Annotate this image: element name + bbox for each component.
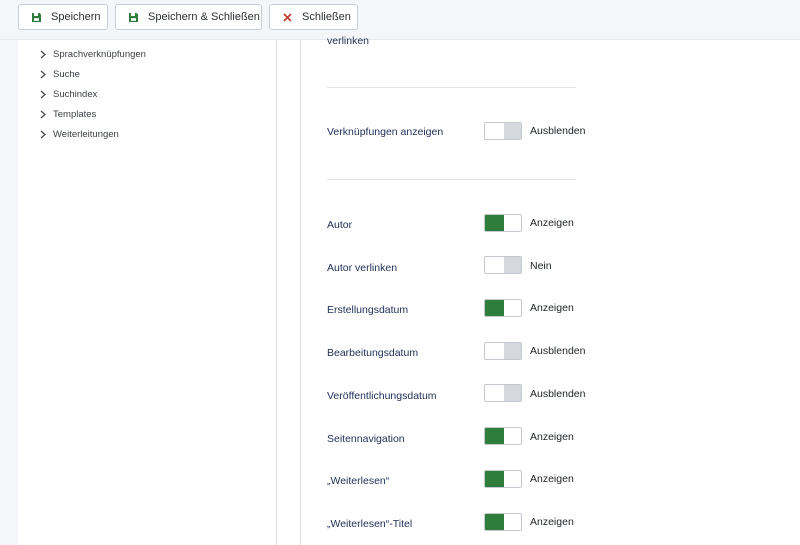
toggle-switch[interactable] bbox=[484, 214, 522, 232]
sidebar-item-label: Sprachverknüpfungen bbox=[53, 48, 146, 60]
toggle-switch[interactable] bbox=[484, 342, 522, 360]
toggle-switch[interactable] bbox=[484, 256, 522, 274]
field-label: verlinken bbox=[327, 35, 370, 47]
close-icon bbox=[280, 10, 294, 24]
sidebar-item-label: Templates bbox=[53, 108, 97, 120]
options-panel: verlinken Verknüpfungen anzeigen Ausblen… bbox=[301, 35, 800, 545]
sidebar-item-templates[interactable]: Templates bbox=[40, 106, 96, 122]
chevron-right-icon bbox=[40, 89, 48, 99]
sidebar-item-weiterleitungen[interactable]: Weiterleitungen bbox=[40, 126, 119, 142]
chevron-right-icon bbox=[40, 109, 48, 119]
sidebar: Sprachverknüpfungen Suche Suchindex Temp… bbox=[18, 40, 277, 545]
save-button[interactable]: Speichern bbox=[18, 4, 108, 30]
close-button-label: Schließen bbox=[302, 11, 351, 23]
toolbar: Speichern Speichern & Schließen Schließe… bbox=[0, 0, 800, 40]
toggle-state: Anzeigen bbox=[530, 431, 574, 443]
field-label: Erstellungsdatum bbox=[327, 304, 409, 316]
toggle-switch[interactable] bbox=[484, 384, 522, 402]
content-gutter bbox=[277, 40, 301, 545]
divider bbox=[327, 179, 576, 180]
toggle-state: Anzeigen bbox=[530, 473, 574, 485]
save-and-close-button[interactable]: Speichern & Schließen bbox=[115, 4, 262, 30]
toggle-state: Ausblenden bbox=[530, 388, 586, 400]
field-label: „Weiterlesen“ bbox=[327, 475, 390, 487]
close-button[interactable]: Schließen bbox=[269, 4, 358, 30]
field-label: Seitennavigation bbox=[327, 433, 405, 445]
field-label: Veröffentlichungsdatum bbox=[327, 390, 437, 402]
sidebar-item-label: Suche bbox=[53, 68, 80, 80]
save-icon bbox=[126, 10, 140, 24]
save-icon bbox=[29, 10, 43, 24]
field-label: „Weiterlesen“-Titel bbox=[327, 518, 413, 530]
toggle-state: Anzeigen bbox=[530, 302, 574, 314]
divider bbox=[327, 87, 576, 88]
toggle-state: Ausblenden bbox=[530, 345, 586, 357]
toggle-state: Anzeigen bbox=[530, 217, 574, 229]
save-button-label: Speichern bbox=[51, 11, 101, 23]
chevron-right-icon bbox=[40, 69, 48, 79]
save-and-close-button-label: Speichern & Schließen bbox=[148, 11, 260, 23]
toggle-switch[interactable] bbox=[484, 513, 522, 531]
toggle-switch[interactable] bbox=[484, 427, 522, 445]
sidebar-item-label: Suchindex bbox=[53, 88, 98, 100]
field-label: Bearbeitungsdatum bbox=[327, 347, 419, 359]
field-label: Autor verlinken bbox=[327, 262, 398, 274]
sidebar-item-suchindex[interactable]: Suchindex bbox=[40, 86, 97, 102]
toggle-state: Nein bbox=[530, 260, 552, 272]
sidebar-item-label: Weiterleitungen bbox=[53, 128, 119, 140]
sidebar-item-sprachverknuepfungen[interactable]: Sprachverknüpfungen bbox=[40, 46, 146, 62]
sidebar-item-suche[interactable]: Suche bbox=[40, 66, 80, 82]
chevron-right-icon bbox=[40, 49, 48, 59]
chevron-right-icon bbox=[40, 129, 48, 139]
toggle-state: Anzeigen bbox=[530, 516, 574, 528]
field-label: Autor bbox=[327, 219, 353, 231]
toggle-switch[interactable] bbox=[484, 122, 522, 140]
field-label: Verknüpfungen anzeigen bbox=[327, 126, 444, 138]
toggle-switch[interactable] bbox=[484, 299, 522, 317]
toggle-state: Ausblenden bbox=[530, 125, 586, 137]
toggle-switch[interactable] bbox=[484, 470, 522, 488]
